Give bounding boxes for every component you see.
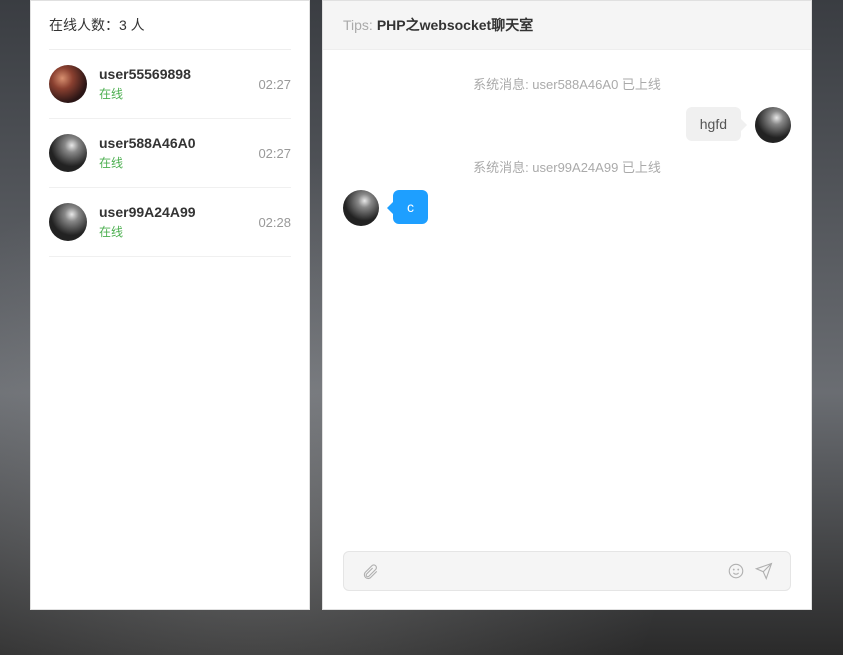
user-item[interactable]: user588A46A0 在线02:27 [49,119,291,188]
chat-messages[interactable]: 系统消息: user588A46A0 已上线 hgfd 系统消息: user99A2… [323,50,811,539]
user-item[interactable]: user55569898 在线02:27 [49,50,291,119]
attach-icon[interactable] [356,560,384,582]
user-status: 在线 [99,85,258,102]
message-bubble: hgfd [686,107,741,141]
message-row: hgfd [343,107,791,143]
online-count-suffix: 人 [127,17,145,33]
online-count-header: 在线人数：3 人 [49,1,291,50]
chat-input-container [343,551,791,591]
user-name: user99A24A99 [99,204,258,220]
user-status: 在线 [99,154,258,171]
sidebar: 在线人数：3 人 user55569898在线02:27user588A46A0… [30,0,310,610]
system-message: 系统消息: user588A46A0 已上线 [343,74,791,93]
chat-input-area [323,539,811,609]
chat-panel: Tips:PHP之websocket聊天室 系统消息: user588A46A0… [322,0,812,610]
emoji-icon[interactable] [722,560,750,582]
user-time: 02:27 [258,77,291,92]
avatar [49,203,87,241]
avatar [343,190,379,226]
user-name: user588A46A0 [99,135,258,151]
online-count: 3 [119,17,127,33]
online-count-prefix: 在线人数： [49,17,119,33]
tips-text: PHP之websocket聊天室 [377,17,533,33]
message-input[interactable] [394,563,712,579]
user-meta: user99A24A99 在线 [99,204,258,240]
user-time: 02:28 [258,215,291,230]
user-status: 在线 [99,223,258,240]
send-icon[interactable] [750,560,778,582]
tips-label: Tips: [343,17,373,33]
user-name: user55569898 [99,66,258,82]
avatar [755,107,791,143]
message-bubble: c [393,190,428,224]
avatar [49,65,87,103]
user-meta: user55569898 在线 [99,66,258,102]
user-item[interactable]: user99A24A99 在线02:28 [49,188,291,257]
user-list: user55569898在线02:27user588A46A0在线02:27us… [31,50,309,257]
system-message: 系统消息: user99A24A99 已上线 [343,157,791,176]
chat-header: Tips:PHP之websocket聊天室 [323,1,811,50]
message-row: c [343,190,791,226]
user-time: 02:27 [258,146,291,161]
avatar [49,134,87,172]
user-meta: user588A46A0 在线 [99,135,258,171]
